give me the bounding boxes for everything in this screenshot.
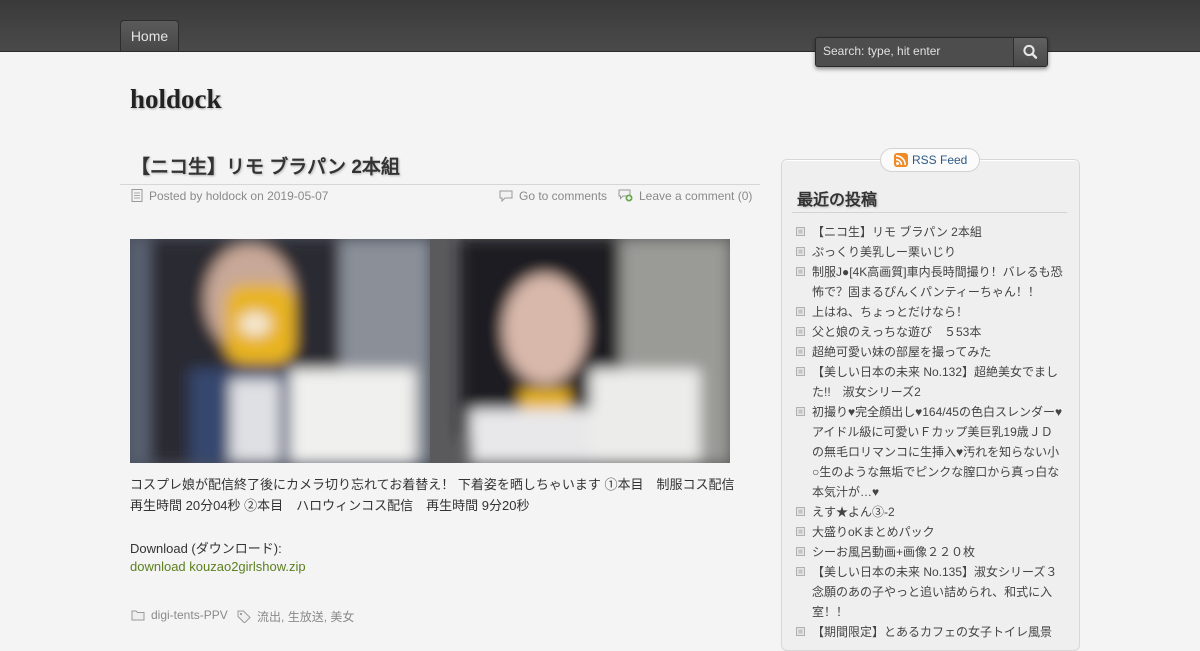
post-meta-comments: Go to comments [499, 189, 607, 203]
download-heading: Download (ダウンロード): [130, 541, 282, 556]
widget-title: 最近の投稿 [797, 192, 878, 209]
blurred-photo-left [130, 239, 430, 463]
download-link[interactable]: download kouzao2girlshow.zip [130, 559, 306, 574]
search-input[interactable] [817, 39, 1007, 63]
tag-link[interactable]: 流出 [257, 610, 281, 624]
search-box [815, 37, 1048, 67]
recent-post-item[interactable]: 制服J●[4K高画質]車内長時間撮り！バレるも恐 怖で？固まるぴんくパンティーちゃ… [796, 262, 1068, 302]
recent-post-title-line: 【美しい日本の未来 No.135】淑女シリーズ３ [812, 565, 1058, 579]
recent-post-title-line: 【ニコ生】リモ ブラパン 2本組 [812, 225, 982, 239]
recent-post-title-line: 父と娘のえっちな遊び ５53本 [812, 325, 982, 339]
post-meta-leave-comment: Leave a comment (0) [618, 189, 752, 203]
blurred-photo-right [430, 239, 730, 463]
recent-post-title-line: 初撮り♥完全顔出し♥164/45の色白スレンダー♥ [812, 405, 1063, 419]
leave-comment-link[interactable]: Leave a comment (0) [639, 189, 752, 203]
recent-post-title-line: の無毛ロリマンコに生挿入♥汚れを知らない小 [812, 445, 1060, 459]
recent-post-title-line: 怖で？固まるぴんくパンティーちゃん！！ [812, 285, 1040, 299]
recent-post-title-line: た!! 淑女シリーズ2 [812, 385, 921, 399]
rss-feed-label: RSS Feed [912, 153, 968, 167]
recent-post-item[interactable]: 上はね、ちょっとだけなら！ [796, 302, 1068, 322]
post-body-line-1: コスプレ娘が配信終了後にカメラ切り忘れてお着替え！ 下着姿を晒しちゃいます ①本… [130, 477, 735, 492]
recent-post-title-line: 【美しい日本の未来 No.132】超絶美女でまし [812, 365, 1059, 379]
recent-post-title-line: シーお風呂動画+画像２２０枚 [812, 545, 976, 559]
rss-feed-button[interactable]: RSS Feed [880, 148, 980, 172]
recent-post-item[interactable]: 超絶可愛い妹の部屋を撮ってみた [796, 342, 1068, 362]
tag-link[interactable]: 美女 [330, 610, 354, 624]
recent-post-item[interactable]: 【期間限定】とあるカフェの女子トイレ風景 [796, 622, 1068, 642]
post-meta-author: Posted by holdock on 2019-05-07 [131, 189, 328, 203]
list-bullet-icon [796, 627, 805, 636]
folder-icon [131, 610, 145, 621]
post-tags: 流出, 生放送, 美女 [237, 608, 354, 625]
list-bullet-icon [796, 307, 805, 316]
site-title[interactable]: holdock [130, 84, 222, 115]
recent-post-title-line: 【期間限定】とあるカフェの女子トイレ風景 [812, 625, 1053, 639]
list-bullet-icon [796, 547, 805, 556]
recent-post-title-line: 室！！ [812, 605, 849, 619]
recent-post-item[interactable]: 【美しい日本の未来 No.132】超絶美女でまし た!! 淑女シリーズ2 [796, 362, 1068, 402]
list-bullet-icon [796, 407, 805, 416]
post-title[interactable]: 【ニコ生】リモ ブラパン 2本組 [131, 152, 400, 179]
recent-post-item[interactable]: 大盛りoKまとめパック [796, 522, 1068, 542]
recent-post-title-line: 制服J●[4K高画質]車内長時間撮り！バレるも恐 [812, 265, 1063, 279]
recent-posts-list: 【ニコ生】リモ ブラパン 2本組 ぷっくり美乳しー栗いじり制服J●[4K高画質]車… [796, 222, 1068, 642]
category-link[interactable]: digi-tents-PPV [151, 608, 228, 622]
list-bullet-icon [796, 227, 805, 236]
search-icon [1023, 44, 1038, 59]
recent-post-item[interactable]: 父と娘のえっちな遊び ５53本 [796, 322, 1068, 342]
recent-post-title-line: アイドル級に可愛いＦカップ美巨乳19歳ＪＤ [812, 425, 1053, 439]
list-bullet-icon [796, 367, 805, 376]
post-title-divider [120, 184, 760, 185]
widget-title-divider [792, 212, 1067, 213]
list-bullet-icon [796, 267, 805, 276]
recent-post-title-line: 大盛りoKまとめパック [812, 525, 935, 539]
recent-post-item[interactable]: シーお風呂動画+画像２２０枚 [796, 542, 1068, 562]
recent-post-title-line: 上はね、ちょっとだけなら！ [812, 305, 969, 319]
post-body-line-2: 再生時間 20分04秒 ②本目 ハロウィンコス配信 再生時間 9分20秒 [130, 498, 530, 513]
list-bullet-icon [796, 347, 805, 356]
list-bullet-icon [796, 247, 805, 256]
post-image-right [430, 239, 730, 463]
recent-post-title-line: 念願のあの子やっと追い詰められ、和式に入 [812, 585, 1053, 599]
recent-post-title-line: 本気汁が…♥ [812, 485, 880, 499]
list-bullet-icon [796, 327, 805, 336]
recent-post-item[interactable]: 初撮り♥完全顔出し♥164/45の色白スレンダー♥ アイドル級に可愛いＦカップ美巨… [796, 402, 1068, 502]
rss-icon [894, 153, 908, 167]
tag-link[interactable]: 生放送 [288, 610, 324, 624]
list-bullet-icon [796, 567, 805, 576]
recent-post-item[interactable]: 【ニコ生】リモ ブラパン 2本組 [796, 222, 1068, 242]
recent-post-item[interactable]: ぷっくり美乳しー栗いじり [796, 242, 1068, 262]
recent-post-title-line: ぷっくり美乳しー栗いじり [812, 245, 957, 259]
recent-post-item[interactable]: えす★よん③-2 [796, 502, 1068, 522]
recent-post-item[interactable]: 【美しい日本の未来 No.135】淑女シリーズ３ 念願のあの子やっと追い詰められ、… [796, 562, 1068, 622]
post-meta-text: Posted by holdock on 2019-05-07 [149, 189, 329, 203]
recent-post-title-line: えす★よん③-2 [812, 505, 895, 519]
tag-separator: , [281, 610, 288, 624]
search-button[interactable] [1013, 38, 1047, 66]
post-category: digi-tents-PPV [131, 608, 228, 622]
post-image[interactable] [130, 239, 730, 463]
document-icon [131, 189, 143, 202]
add-comment-icon [618, 189, 633, 202]
post-image-left [130, 239, 430, 463]
tag-icon [237, 610, 251, 623]
nav-home-tab[interactable]: Home [120, 20, 179, 51]
comment-icon [499, 190, 513, 202]
list-bullet-icon [796, 507, 805, 516]
recent-post-title-line: ○生のような無垢でピンクな膣口から真っ白な [812, 465, 1060, 479]
list-bullet-icon [796, 527, 805, 536]
go-to-comments-link[interactable]: Go to comments [519, 189, 607, 203]
recent-post-title-line: 超絶可愛い妹の部屋を撮ってみた [812, 345, 992, 359]
